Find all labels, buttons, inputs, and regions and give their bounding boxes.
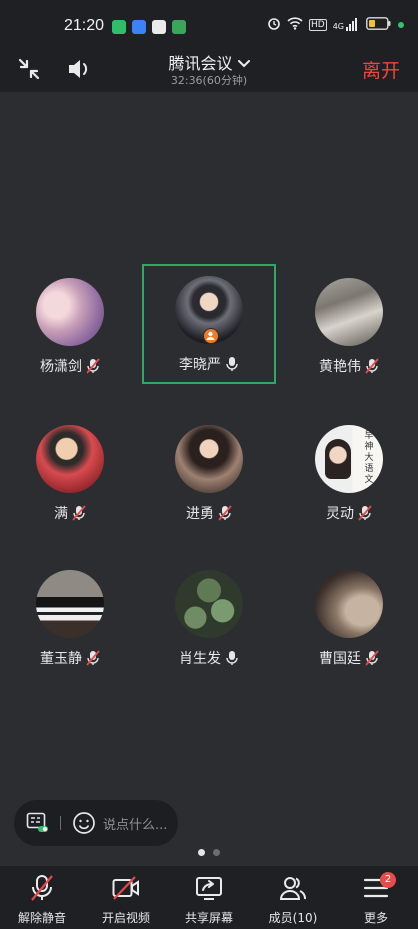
wifi-icon xyxy=(287,15,303,34)
unmute-button[interactable]: 解除静音 xyxy=(0,866,84,929)
participant-name: 黄艳伟 xyxy=(319,359,361,375)
blue-app-icon xyxy=(132,20,146,34)
participant-tile[interactable]: 进勇 xyxy=(142,413,276,533)
participant-tile[interactable]: 早 神 大 语 文 灵动 xyxy=(282,413,416,533)
mic-muted-icon xyxy=(358,505,372,521)
mic-muted-icon xyxy=(218,505,232,521)
mic-muted-icon xyxy=(365,650,379,666)
mic-muted-icon xyxy=(86,358,100,374)
mic-muted-icon xyxy=(31,875,53,901)
leave-button[interactable]: 离开 xyxy=(362,56,400,83)
mic-icon xyxy=(226,357,238,371)
participant-name: 李晓严 xyxy=(179,357,221,373)
emoji-icon[interactable] xyxy=(72,811,96,839)
members-icon xyxy=(279,877,306,900)
avatar: 早 神 大 语 文 xyxy=(315,425,383,493)
hd-icon: HD xyxy=(309,18,327,31)
share-screen-label: 共享屏幕 xyxy=(184,911,233,925)
participant-name: 进勇 xyxy=(186,506,214,522)
avatar-char: 语 xyxy=(364,464,374,474)
avatar xyxy=(36,570,104,638)
avatar-char: 早 xyxy=(364,431,374,441)
avatar-portrait xyxy=(325,439,351,479)
start-video-button[interactable]: 开启视频 xyxy=(84,866,168,929)
avatar xyxy=(315,278,383,346)
participant-name: 肖生发 xyxy=(179,651,221,667)
alarm-icon xyxy=(267,15,281,34)
mic-muted-icon xyxy=(365,358,379,374)
host-badge-icon xyxy=(203,328,219,344)
network-label: 4G xyxy=(332,22,344,31)
participant-tile[interactable]: 满 xyxy=(3,413,137,533)
meeting-title-text: 腾讯会议 xyxy=(168,54,233,73)
participant-tile[interactable]: 杨潇剑 xyxy=(3,266,137,386)
chat-input[interactable]: 说点什么... xyxy=(103,814,167,833)
meeting-title[interactable]: 腾讯会议 xyxy=(0,50,418,74)
participant-name: 满 xyxy=(54,506,68,522)
page-dot[interactable] xyxy=(213,849,220,856)
green-app-icon xyxy=(112,20,126,34)
avatar xyxy=(36,278,104,346)
participant-name: 杨潇剑 xyxy=(40,359,82,375)
battery-icon xyxy=(366,15,392,34)
participant-tile[interactable]: 董玉静 xyxy=(3,558,137,678)
participant-tile[interactable]: 黄艳伟 xyxy=(282,266,416,386)
participant-name: 董玉静 xyxy=(40,651,82,667)
avatar-char: 神 xyxy=(364,442,374,452)
unmute-label: 解除静音 xyxy=(17,911,66,925)
mic-muted-icon xyxy=(72,505,86,521)
share-screen-icon xyxy=(196,877,222,900)
camera-off-icon xyxy=(112,876,139,900)
meeting-header: 腾讯会议 32:36(60分钟) 离开 xyxy=(0,50,418,92)
avatar xyxy=(315,570,383,638)
avatar-vertical-text: 早 神 大 语 文 xyxy=(362,431,376,486)
bottom-toolbar: 解除静音 开启视频 共享屏幕 成员(10) 2 更多 xyxy=(0,866,418,929)
chat-input-bar[interactable]: 说点什么... xyxy=(14,800,178,846)
participant-tile[interactable]: 肖生发 xyxy=(142,558,276,678)
avatar xyxy=(175,425,243,493)
participant-tile[interactable]: 曹国廷 xyxy=(282,558,416,678)
members-button[interactable]: 成员(10) xyxy=(251,866,335,929)
members-label: 成员(10) xyxy=(268,911,318,925)
page-dot-active[interactable] xyxy=(198,849,205,856)
signal-icon: 4G xyxy=(333,18,360,31)
white-app-icon xyxy=(152,20,166,34)
chat-list-icon[interactable] xyxy=(26,812,50,838)
divider xyxy=(60,816,61,830)
more-label: 更多 xyxy=(363,911,388,925)
green-square-app-icon xyxy=(172,20,186,34)
mic-muted-icon xyxy=(86,650,100,666)
status-time: 21:20 xyxy=(64,17,105,34)
avatar xyxy=(175,570,243,638)
participant-name: 灵动 xyxy=(326,506,354,522)
mic-icon xyxy=(226,651,238,665)
share-screen-button[interactable]: 共享屏幕 xyxy=(167,866,251,929)
avatar-char: 文 xyxy=(364,475,374,485)
start-video-label: 开启视频 xyxy=(101,911,150,925)
more-button[interactable]: 2 更多 xyxy=(334,866,418,929)
participant-tile-active[interactable]: 李晓严 xyxy=(142,264,276,384)
participant-name: 曹国廷 xyxy=(319,651,361,667)
avatar-char: 大 xyxy=(364,453,374,463)
chevron-down-icon xyxy=(237,54,250,73)
meeting-duration: 32:36(60分钟) xyxy=(170,74,248,87)
status-bar: 21:20 HD 4G xyxy=(0,0,418,50)
avatar xyxy=(36,425,104,493)
notification-badge: 2 xyxy=(380,872,396,888)
green-dot-indicator xyxy=(398,21,404,28)
